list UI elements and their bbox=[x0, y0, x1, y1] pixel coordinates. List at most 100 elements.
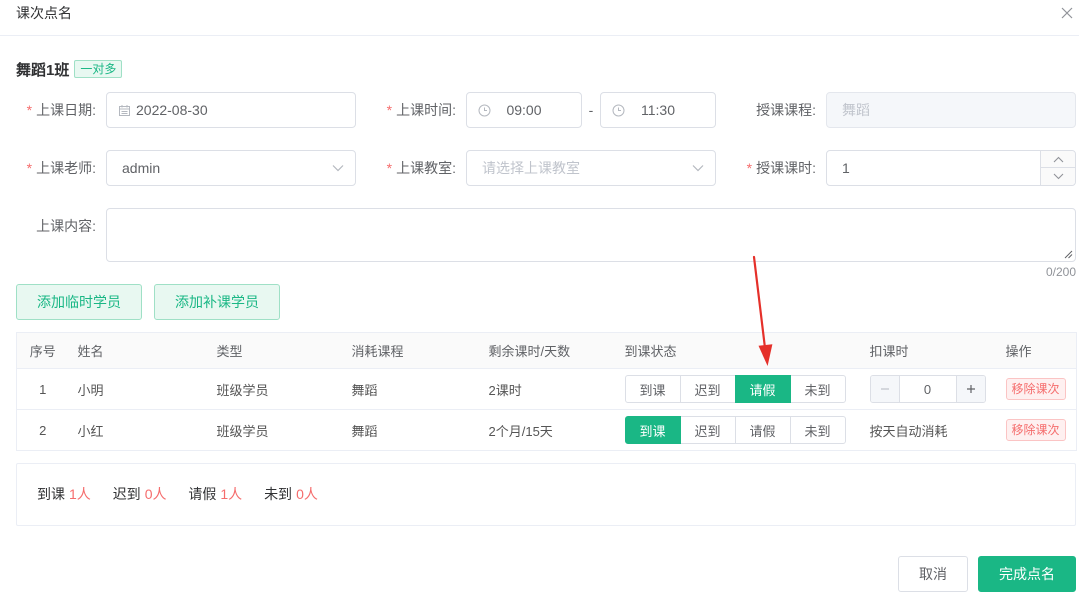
dialog-title: 课次点名 bbox=[16, 5, 72, 21]
remove-session-button[interactable]: 移除课次 bbox=[1005, 378, 1066, 400]
time-range-separator: - bbox=[588, 102, 594, 118]
content-textarea[interactable] bbox=[107, 209, 1075, 261]
classroom-input[interactable] bbox=[467, 151, 715, 185]
hours-label: * 授课课时: bbox=[726, 150, 816, 186]
hours-input[interactable] bbox=[827, 151, 1075, 185]
resize-handle-icon[interactable] bbox=[1063, 249, 1073, 259]
content-textarea-wrapper[interactable] bbox=[106, 208, 1076, 262]
summary-count: 0人 bbox=[144, 486, 167, 502]
plus-icon[interactable] bbox=[955, 376, 985, 402]
classroom-select[interactable] bbox=[466, 150, 716, 186]
deduct-hours-stepper bbox=[869, 375, 986, 403]
student-name: 小明 bbox=[65, 368, 205, 410]
time-label-text: 上课时间: bbox=[396, 102, 456, 118]
class-name: 舞蹈1班 bbox=[16, 61, 70, 79]
deduct-hours-cell bbox=[857, 368, 994, 410]
column-header-remaining: 剩余课时/天数 bbox=[476, 332, 613, 369]
hours-spinner bbox=[1040, 151, 1075, 185]
calendar-icon bbox=[118, 104, 131, 117]
close-icon[interactable] bbox=[1061, 7, 1073, 19]
status-option-present[interactable]: 到课 bbox=[624, 416, 681, 444]
column-header-status: 到课状态 bbox=[612, 332, 858, 369]
deduct-hours-text: 按天自动消耗 bbox=[857, 409, 994, 451]
status-option-leave[interactable]: 请假 bbox=[734, 416, 791, 444]
consumed-course: 舞蹈 bbox=[339, 409, 477, 451]
summary-label: 迟到 bbox=[112, 486, 141, 502]
remaining-balance: 2课时 bbox=[476, 368, 613, 410]
class-type-tag: 一对多 bbox=[74, 60, 123, 78]
attendance-status-cell: 到课 迟到 请假 未到 bbox=[612, 409, 858, 451]
column-header-name: 姓名 bbox=[65, 332, 205, 369]
status-option-present[interactable]: 到课 bbox=[624, 375, 681, 403]
end-time-picker[interactable] bbox=[600, 92, 716, 128]
summary-present: 到课 1人 bbox=[37, 464, 91, 525]
teacher-label-text: 上课老师: bbox=[36, 160, 96, 176]
add-makeup-student-button[interactable]: 添加补课学员 bbox=[154, 284, 280, 320]
actions-cell: 移除课次 bbox=[993, 409, 1077, 451]
complete-roll-call-button[interactable]: 完成点名 bbox=[978, 556, 1076, 592]
minus-icon[interactable] bbox=[870, 376, 900, 402]
attendance-table: 序号 姓名 类型 消耗课程 剩余课时/天数 到课状态 扣课时 操作 1 小明 班… bbox=[16, 332, 1077, 451]
summary-late: 迟到 0人 bbox=[113, 464, 167, 525]
remove-session-button[interactable]: 移除课次 bbox=[1005, 419, 1066, 441]
chevron-up-icon[interactable] bbox=[1041, 151, 1075, 168]
date-label: * 上课日期: bbox=[6, 92, 96, 128]
course-label-text: 授课课程: bbox=[756, 102, 816, 118]
content-label-text: 上课内容: bbox=[36, 218, 96, 234]
teacher-select[interactable] bbox=[106, 150, 356, 186]
summary-label: 到课 bbox=[37, 486, 65, 502]
start-time-picker[interactable] bbox=[466, 92, 582, 128]
summary-count: 1人 bbox=[69, 486, 91, 502]
attendance-summary: 到课 1人 迟到 0人 请假 1人 未到 0人 bbox=[16, 463, 1076, 526]
chevron-down-icon bbox=[692, 164, 704, 172]
summary-label: 请假 bbox=[188, 486, 217, 502]
chevron-down-icon bbox=[332, 164, 344, 172]
column-header-index: 序号 bbox=[16, 332, 66, 369]
cancel-button[interactable]: 取消 bbox=[898, 556, 968, 592]
summary-count: 0人 bbox=[296, 486, 318, 502]
required-mark: * bbox=[746, 160, 753, 176]
student-type: 班级学员 bbox=[204, 368, 340, 410]
hours-label-text: 授课课时: bbox=[756, 160, 816, 176]
consumed-course: 舞蹈 bbox=[339, 368, 477, 410]
table-row: 1 小明 班级学员 舞蹈 2课时 到课 迟到 请假 未到 0 移除课次 bbox=[16, 368, 1077, 410]
teacher-label: * 上课老师: bbox=[6, 150, 96, 186]
required-mark: * bbox=[386, 102, 393, 118]
column-header-course: 消耗课程 bbox=[339, 332, 477, 369]
status-option-absent[interactable]: 未到 bbox=[789, 416, 846, 444]
table-row: 2 小红 班级学员 舞蹈 2个月/15天 到课 迟到 请假 未到 按天自动消耗 … bbox=[16, 409, 1077, 451]
required-mark: * bbox=[26, 102, 33, 118]
date-input[interactable] bbox=[107, 93, 355, 127]
clock-icon bbox=[478, 104, 491, 117]
deduct-hours-input[interactable] bbox=[899, 376, 956, 402]
status-option-leave[interactable]: 请假 bbox=[734, 375, 791, 403]
column-header-type: 类型 bbox=[204, 332, 340, 369]
student-name: 小红 bbox=[65, 409, 205, 451]
status-option-late[interactable]: 迟到 bbox=[679, 416, 736, 444]
remaining-balance: 2个月/15天 bbox=[476, 409, 613, 451]
chevron-down-icon[interactable] bbox=[1041, 168, 1075, 185]
content-char-counter: 0/200 bbox=[1045, 265, 1076, 279]
status-option-absent[interactable]: 未到 bbox=[789, 375, 846, 403]
add-temporary-student-button[interactable]: 添加临时学员 bbox=[16, 284, 142, 320]
course-field bbox=[826, 92, 1076, 128]
dialog-header: 课次点名 bbox=[0, 0, 1079, 36]
time-label: * 上课时间: bbox=[366, 92, 456, 128]
summary-leave: 请假 1人 bbox=[188, 464, 242, 525]
column-header-actions: 操作 bbox=[993, 332, 1077, 369]
classroom-label: * 上课教室: bbox=[366, 150, 456, 186]
actions-cell: 移除课次 bbox=[993, 368, 1077, 410]
attendance-status-group: 到课 迟到 请假 未到 bbox=[624, 416, 858, 444]
required-mark: * bbox=[386, 160, 393, 176]
summary-count: 1人 bbox=[220, 486, 243, 502]
summary-label: 未到 bbox=[264, 486, 293, 502]
date-label-text: 上课日期: bbox=[36, 102, 96, 118]
class-info: 舞蹈1班 一对多 bbox=[16, 58, 123, 80]
classroom-label-text: 上课教室: bbox=[396, 160, 456, 176]
attendance-status-group: 到课 迟到 请假 未到 bbox=[624, 375, 858, 403]
hours-input-number[interactable] bbox=[826, 150, 1076, 186]
row-index: 1 bbox=[16, 368, 66, 410]
teacher-input[interactable] bbox=[107, 151, 355, 185]
status-option-late[interactable]: 迟到 bbox=[679, 375, 736, 403]
date-picker[interactable] bbox=[106, 92, 356, 128]
